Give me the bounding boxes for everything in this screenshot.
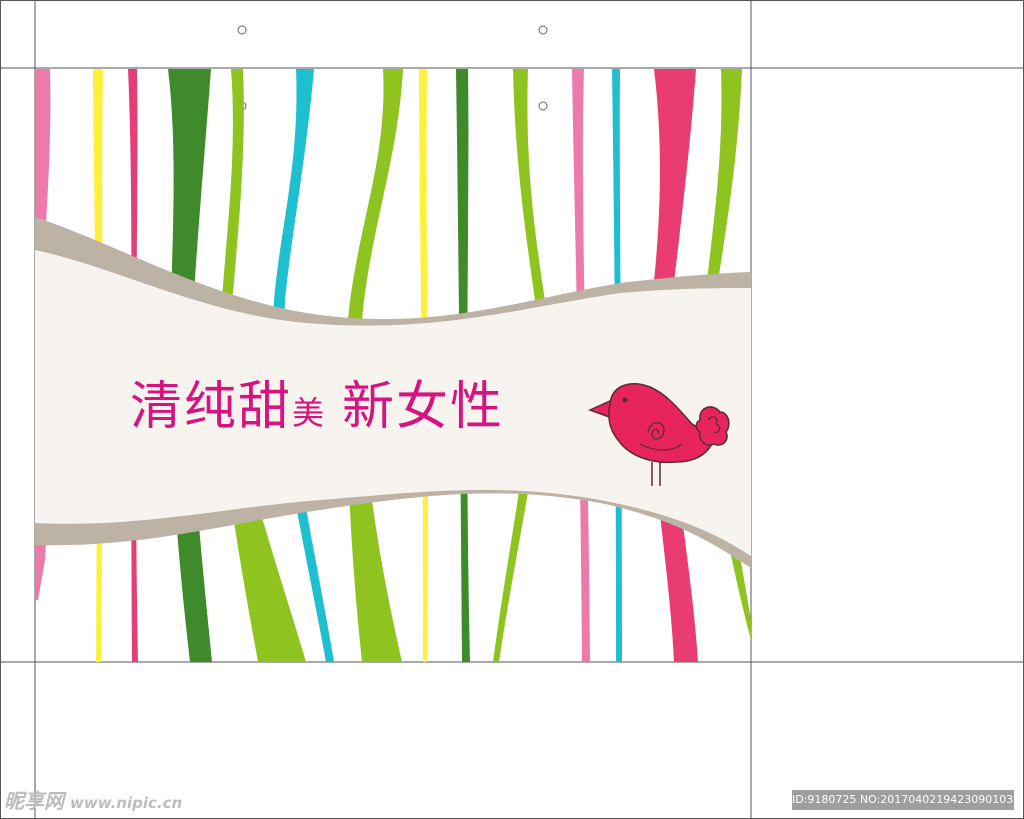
tagline-part-3: 新女性 [342, 377, 505, 437]
watermark-left: 昵享网 www.nipic.cn [4, 788, 182, 814]
watermark-id-badge: ID:9180725 NO:20170402194230901039 [792, 790, 1020, 810]
watermark-site: 昵享网 [4, 789, 64, 813]
watermark-url: www.nipic.cn [70, 794, 183, 812]
tagline: 清纯甜美 新女性 [130, 372, 504, 442]
tagline-part-1: 清纯甜 [130, 377, 293, 437]
tagline-part-2: 美 [292, 394, 325, 432]
